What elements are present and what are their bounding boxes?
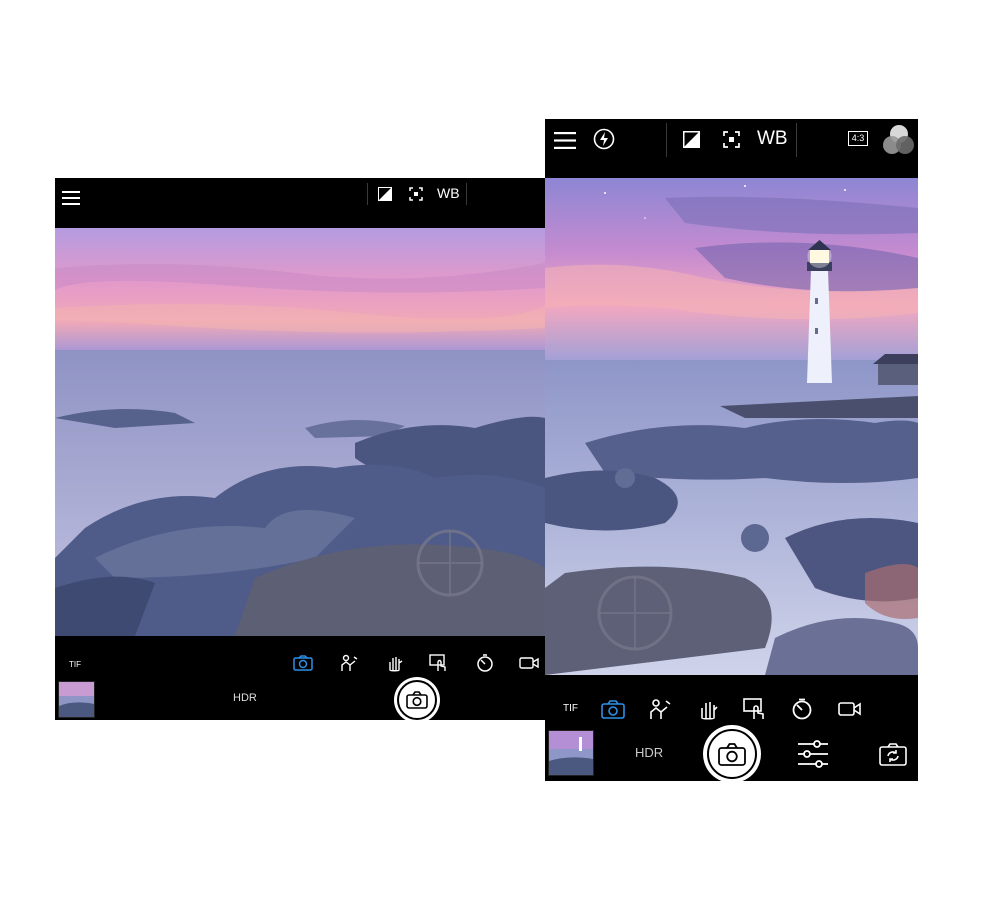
toolbar-separator [796, 123, 797, 157]
right-camera-screen: WB 4:3 TIF HDR [545, 119, 918, 781]
right-bottom-toolbar: TIF HDR [545, 675, 918, 781]
exposure-icon[interactable] [680, 128, 702, 150]
selfie-icon[interactable] [337, 652, 361, 674]
video-icon[interactable] [517, 652, 541, 674]
right-top-toolbar: WB 4:3 [545, 119, 918, 178]
video-icon[interactable] [836, 696, 864, 722]
left-top-toolbar: WB [55, 178, 545, 228]
file-format-label[interactable]: TIF [563, 703, 578, 714]
exposure-icon[interactable] [376, 185, 394, 203]
touch-icon[interactable] [427, 652, 451, 674]
aspect-ratio-button[interactable]: 4:3 [845, 128, 871, 148]
touch-icon[interactable] [741, 696, 769, 722]
timer-icon[interactable] [788, 696, 816, 722]
shutter-button[interactable] [394, 677, 440, 720]
aspect-ratio-label: 4:3 [847, 130, 869, 146]
white-balance-button[interactable]: WB [437, 185, 460, 201]
toolbar-separator [367, 183, 368, 205]
focus-icon[interactable] [720, 128, 742, 150]
focus-icon[interactable] [407, 185, 425, 203]
settings-sliders-icon[interactable] [795, 737, 831, 771]
left-viewfinder[interactable] [55, 228, 545, 636]
left-bottom-toolbar: TIF HDR [55, 636, 545, 720]
gesture-icon[interactable] [694, 696, 722, 722]
flash-icon[interactable] [591, 126, 617, 152]
selfie-icon[interactable] [646, 696, 674, 722]
hdr-toggle[interactable]: HDR [635, 745, 663, 760]
timer-icon[interactable] [473, 652, 497, 674]
switch-camera-icon[interactable] [877, 739, 909, 769]
right-viewfinder[interactable] [545, 178, 918, 675]
camera-icon[interactable] [599, 696, 627, 722]
filter-circles-icon[interactable] [879, 121, 915, 157]
camera-icon[interactable] [291, 652, 315, 674]
gesture-icon[interactable] [383, 652, 407, 674]
toolbar-separator [666, 123, 667, 157]
shutter-button[interactable] [703, 725, 761, 781]
left-camera-screen: WB TIF HDR [55, 178, 545, 720]
gallery-thumbnail[interactable] [58, 681, 95, 718]
menu-icon[interactable] [61, 188, 81, 208]
toolbar-separator [466, 183, 467, 205]
gallery-thumbnail[interactable] [548, 730, 594, 776]
camera-icon [718, 742, 746, 766]
white-balance-button[interactable]: WB [757, 128, 788, 150]
camera-icon [406, 691, 428, 709]
file-format-label[interactable]: TIF [69, 660, 81, 669]
hdr-toggle[interactable]: HDR [233, 692, 257, 704]
lighthouse [807, 240, 832, 383]
menu-icon[interactable] [552, 127, 578, 153]
